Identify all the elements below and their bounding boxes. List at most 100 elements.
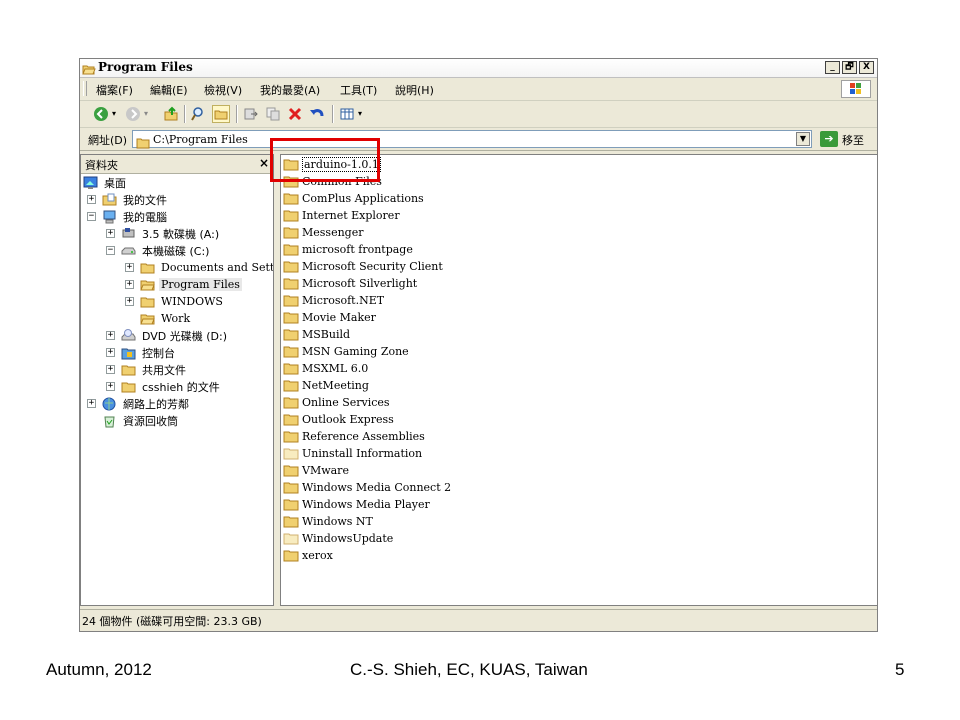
explorer-window: Program Files _ 🗗 X 檔案(F) 編輯(E) 檢視(V) 我的… (79, 58, 878, 632)
tree-item-local-disk-c[interactable]: − 本機磁碟 (C:) (106, 242, 211, 259)
list-item[interactable]: Windows Media Connect 2 (283, 479, 451, 496)
list-item[interactable]: Messenger (283, 224, 363, 241)
folder-icon (283, 345, 299, 358)
folder-icon (283, 209, 299, 222)
folder-icon (283, 549, 299, 562)
list-item[interactable]: MSXML 6.0 (283, 360, 368, 377)
tree-item-floppy[interactable]: + 3.5 軟碟機 (A:) (106, 225, 221, 242)
highlight-box (270, 138, 380, 182)
expand-icon[interactable]: + (87, 195, 96, 204)
computer-icon (102, 210, 117, 224)
tree-item-control-panel[interactable]: + 控制台 (106, 344, 177, 361)
tree-item-windows[interactable]: + WINDOWS (125, 293, 225, 310)
collapse-icon[interactable]: − (106, 246, 115, 255)
menu-tools[interactable]: 工具(T) (340, 82, 377, 98)
chevron-down-icon[interactable]: ▼ (796, 132, 810, 146)
list-item[interactable]: Uninstall Information (283, 445, 422, 462)
expand-icon[interactable]: + (87, 399, 96, 408)
views-dropdown-icon[interactable]: ▾ (358, 109, 362, 118)
tree-item-work[interactable]: Work (140, 310, 192, 327)
expand-icon[interactable]: + (125, 280, 134, 289)
folder-icon (140, 262, 155, 274)
expand-icon[interactable]: + (106, 365, 115, 374)
menu-help[interactable]: 說明(H) (395, 82, 434, 98)
move-to-icon[interactable] (242, 105, 260, 123)
folder-icon (283, 515, 299, 528)
list-item[interactable]: Outlook Express (283, 411, 394, 428)
expand-icon[interactable]: + (106, 331, 115, 340)
go-arrow-icon[interactable]: ➔ (820, 131, 838, 147)
list-item[interactable]: Microsoft Security Client (283, 258, 443, 275)
menu-view[interactable]: 檢視(V) (204, 82, 242, 98)
folder-icon (283, 379, 299, 392)
folder-icon (283, 464, 299, 477)
address-input[interactable]: C:\Program Files ▼ (132, 130, 812, 149)
go-button[interactable]: 移至 (842, 132, 864, 148)
list-item[interactable]: ComPlus Applications (283, 190, 424, 207)
tree-item-program-files[interactable]: + Program Files (125, 276, 242, 293)
forward-dropdown-icon[interactable]: ▾ (144, 109, 148, 118)
list-item[interactable]: Windows NT (283, 513, 373, 530)
window-title: Program Files (98, 60, 193, 74)
list-item[interactable]: Microsoft.NET (283, 292, 384, 309)
folder-icon (283, 413, 299, 426)
title-bar[interactable]: Program Files _ 🗗 X (80, 59, 877, 78)
folder-icon (140, 296, 155, 308)
tree-item-my-computer[interactable]: − 我的電腦 (87, 208, 169, 225)
tree-item-documents-and-settings[interactable]: + Documents and Settings (125, 259, 273, 276)
tree-item-recycle-bin[interactable]: 資源回收筒 (102, 412, 180, 429)
expand-icon[interactable]: + (106, 229, 115, 238)
list-item[interactable]: NetMeeting (283, 377, 369, 394)
menu-edit[interactable]: 編輯(E) (150, 82, 188, 98)
menu-favorites[interactable]: 我的最愛(A) (260, 82, 320, 98)
forward-icon[interactable] (124, 105, 142, 123)
menu-file[interactable]: 檔案(F) (96, 82, 133, 98)
list-item[interactable]: Online Services (283, 394, 390, 411)
tree-item-dvd-drive[interactable]: + DVD 光碟機 (D:) (106, 327, 229, 344)
minimize-button[interactable]: _ (825, 61, 840, 74)
list-item[interactable]: Microsoft Silverlight (283, 275, 417, 292)
undo-icon[interactable] (308, 105, 326, 123)
list-item[interactable]: Movie Maker (283, 309, 376, 326)
list-item[interactable]: Internet Explorer (283, 207, 400, 224)
address-label: 網址(D) (88, 134, 128, 147)
tree-item-user-documents[interactable]: + csshieh 的文件 (106, 378, 222, 395)
expand-icon[interactable]: + (106, 382, 115, 391)
tree-item-shared-documents[interactable]: + 共用文件 (106, 361, 188, 378)
folder-icon (283, 328, 299, 341)
close-button[interactable]: X (859, 61, 874, 74)
copy-to-icon[interactable] (264, 105, 282, 123)
expand-icon[interactable]: + (125, 297, 134, 306)
windows-logo-icon (841, 80, 871, 98)
folder-open-icon (82, 61, 96, 75)
list-item[interactable]: MSBuild (283, 326, 350, 343)
list-item[interactable]: MSN Gaming Zone (283, 343, 409, 360)
back-dropdown-icon[interactable]: ▾ (112, 109, 116, 118)
back-icon[interactable] (92, 105, 110, 123)
folder-icon (283, 294, 299, 307)
views-icon[interactable] (338, 105, 356, 123)
search-icon[interactable] (190, 105, 208, 123)
tree-item-network-places[interactable]: + 網路上的芳鄰 (87, 395, 191, 412)
list-item[interactable]: Reference Assemblies (283, 428, 425, 445)
collapse-icon[interactable]: − (87, 212, 96, 221)
list-item[interactable]: Windows Media Player (283, 496, 430, 513)
folder-icon (283, 277, 299, 290)
list-item[interactable]: VMware (283, 462, 349, 479)
folder-open-icon (140, 279, 155, 291)
list-item[interactable]: xerox (283, 547, 333, 564)
folders-icon[interactable] (212, 105, 230, 123)
expand-icon[interactable]: + (125, 263, 134, 272)
list-item[interactable]: microsoft frontpage (283, 241, 413, 258)
up-folder-icon[interactable] (162, 105, 180, 123)
tree-item-my-documents[interactable]: + 我的文件 (87, 191, 169, 208)
delete-icon[interactable] (286, 105, 304, 123)
menu-grip[interactable] (83, 81, 87, 96)
expand-icon[interactable]: + (106, 348, 115, 357)
restore-button[interactable]: 🗗 (842, 61, 857, 74)
tree-item-desktop[interactable]: 桌面 (83, 174, 128, 191)
close-pane-button[interactable]: × (259, 156, 269, 170)
dvd-drive-icon (121, 329, 136, 342)
folder-icon (283, 430, 299, 443)
list-item[interactable]: WindowsUpdate (283, 530, 393, 547)
